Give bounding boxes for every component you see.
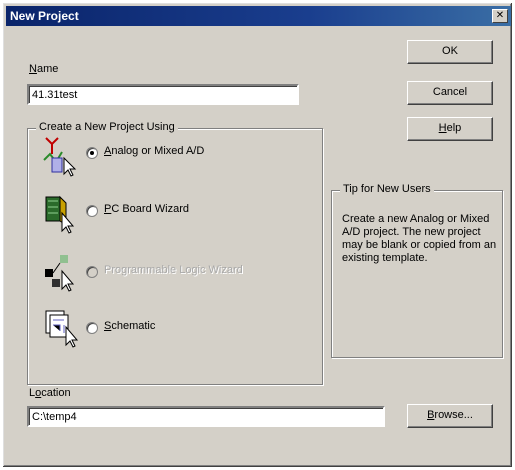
create-project-group: Create a New Project Using Analog or Mix… [27,121,323,385]
radio-pcb-wizard[interactable] [86,205,98,217]
window-title: New Project [10,9,79,23]
option-schematic-label: Schematic [104,320,155,332]
browse-button[interactable]: Browse... [407,404,493,428]
help-button[interactable]: Help [407,117,493,141]
name-label: Name [29,63,58,75]
programmable-logic-icon [45,255,75,292]
analog-rest: nalog or Mixed A/D [111,145,205,157]
tip-text: Create a new Analog or Mixed A/D project… [342,213,497,264]
pcb-rest: C Board Wizard [111,203,189,215]
option-pcb-label: PC Board Wizard [104,203,189,215]
radio-schematic[interactable] [86,322,98,334]
name-label-mnemonic: N [29,63,37,75]
name-input[interactable]: 41.31test [27,84,299,105]
schematic-icon [45,310,79,348]
option-analog-label: Analog or Mixed A/D [104,145,204,157]
radio-programmable-logic [86,266,98,278]
new-project-dialog: New Project ✕ Name 41.31test OK Cancel H… [2,2,513,468]
location-label-rest: cation [41,387,71,399]
schematic-rest: chematic [111,320,156,332]
cancel-button[interactable]: Cancel [407,81,493,105]
location-label: Location [29,387,71,399]
analog-schematic-icon [43,137,77,177]
close-button[interactable]: ✕ [492,9,508,23]
create-group-title: Create a New Project Using [36,121,178,133]
option-schematic[interactable]: Schematic [28,307,328,357]
tip-group-title: Tip for New Users [340,183,434,195]
radio-analog[interactable] [86,147,98,159]
tip-group: Tip for New Users Create a new Analog or… [331,183,503,358]
option-programmable-label: Programmable Logic Wizard [104,264,243,276]
ok-button[interactable]: OK [407,40,493,64]
option-programmable-logic: Programmable Logic Wizard [28,251,328,301]
option-pcb-wizard[interactable]: PC Board Wizard [28,191,328,241]
option-analog[interactable]: Analog or Mixed A/D [28,134,328,184]
browse-rest: rowse... [434,409,473,421]
location-input[interactable]: C:\temp4 [27,406,385,427]
name-label-rest: ame [36,63,59,75]
pcb-wizard-icon [45,195,75,234]
help-label-rest: elp [446,122,462,134]
title-bar[interactable]: New Project ✕ [6,6,511,26]
help-label-mnemonic: H [438,122,447,134]
